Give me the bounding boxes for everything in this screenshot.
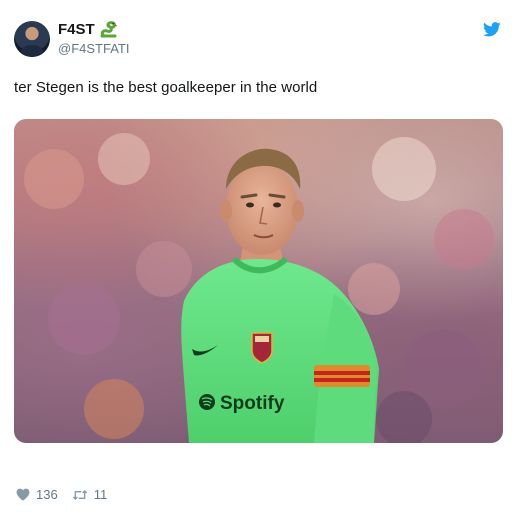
heart-icon[interactable] bbox=[16, 488, 30, 501]
retweet-action[interactable]: 11 bbox=[72, 487, 108, 502]
twitter-bird-icon[interactable] bbox=[483, 22, 501, 37]
handle[interactable]: @F4STFATI bbox=[58, 41, 129, 56]
goalkeeper-photo: Spotify bbox=[24, 133, 494, 443]
tweet-photo[interactable]: Spotify bbox=[14, 119, 503, 443]
like-action[interactable]: 136 bbox=[16, 487, 58, 502]
tweet-card: F4ST @F4STFATI ter Stegen is the best go… bbox=[0, 0, 518, 516]
display-name[interactable]: F4ST bbox=[58, 21, 95, 38]
retweet-icon[interactable] bbox=[72, 489, 88, 501]
tweet-actions: 136 11 bbox=[16, 487, 121, 502]
snake-icon bbox=[100, 20, 117, 37]
tweet-text: ter Stegen is the best goalkeeper in the… bbox=[14, 79, 318, 96]
svg-text:Spotify: Spotify bbox=[220, 393, 285, 414]
avatar[interactable] bbox=[14, 21, 50, 57]
retweet-count: 11 bbox=[93, 487, 108, 502]
author-name-row: F4ST bbox=[58, 19, 118, 39]
like-count: 136 bbox=[36, 487, 58, 502]
